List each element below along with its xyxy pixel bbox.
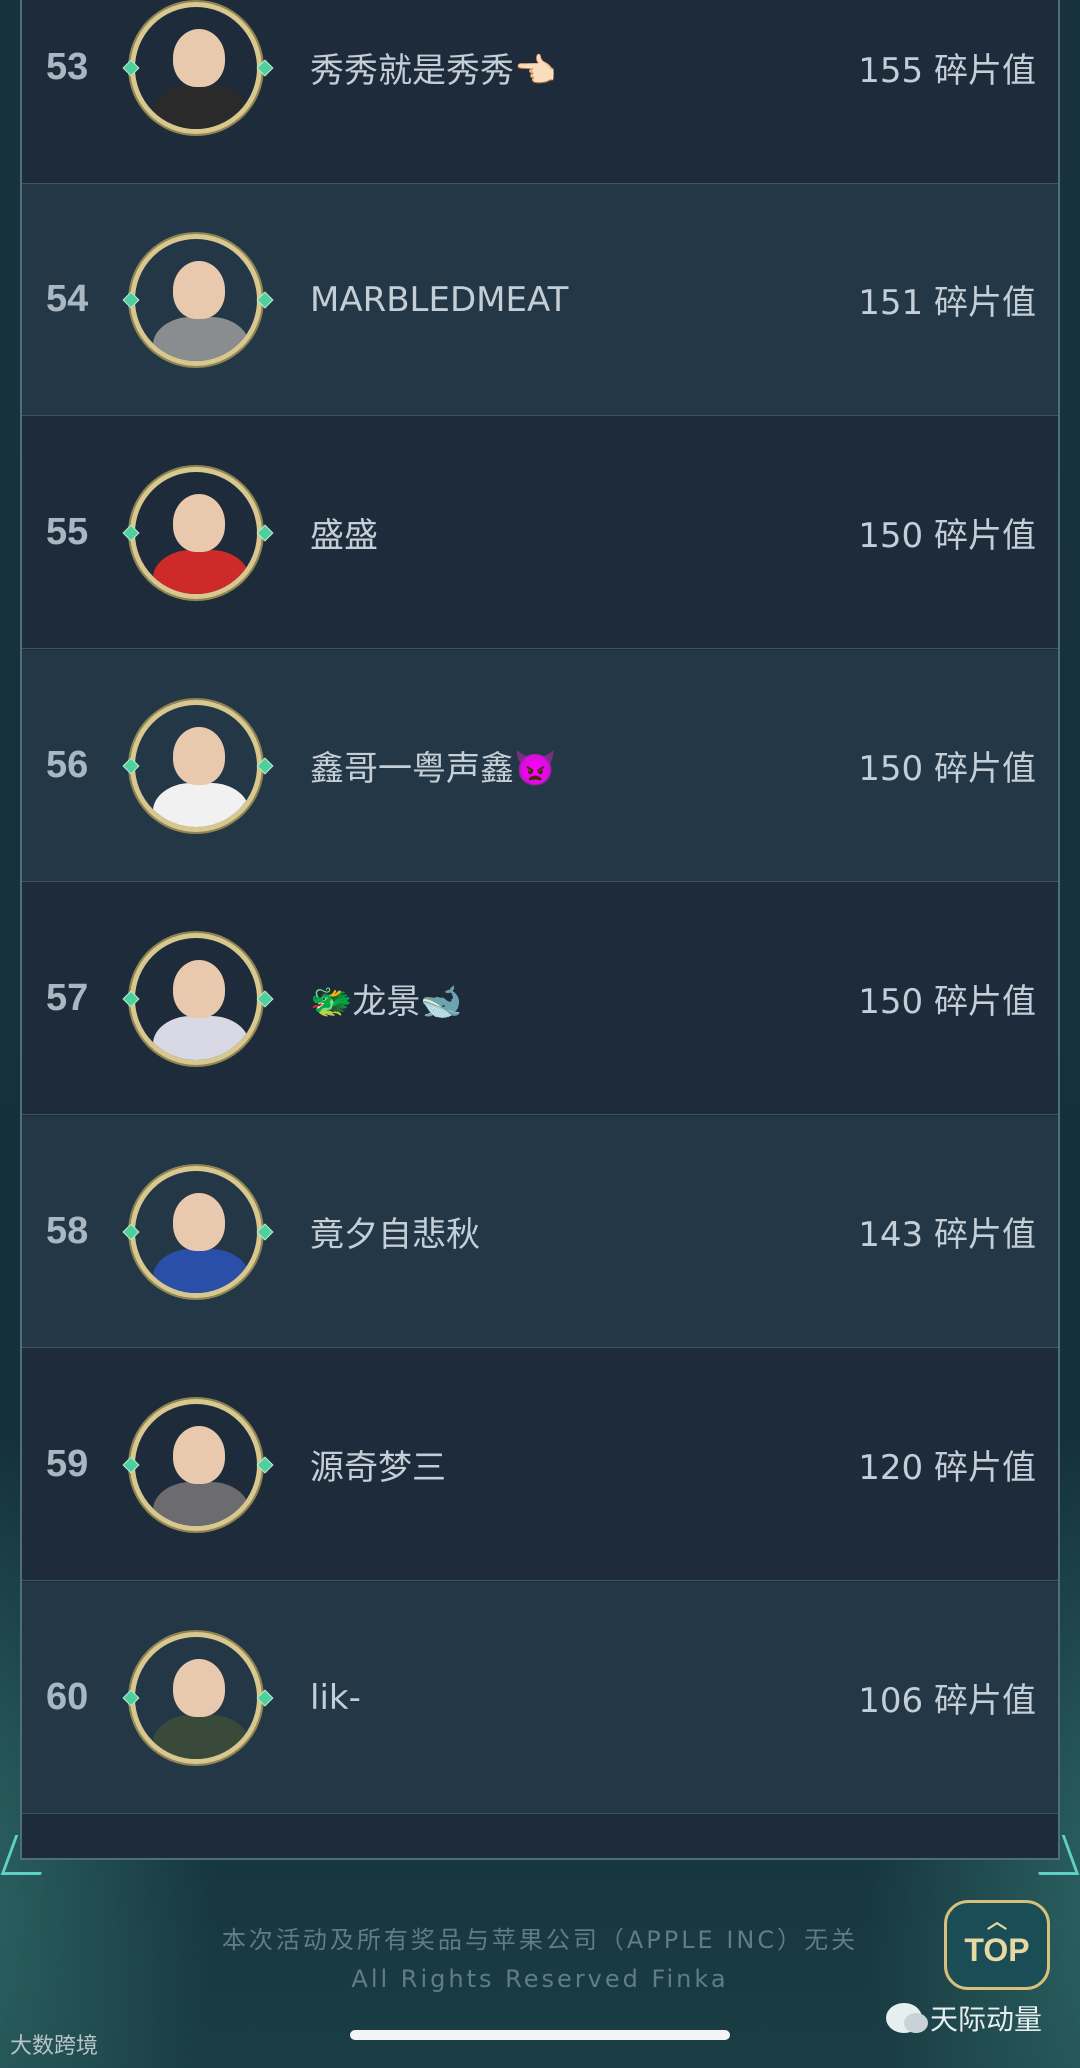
leaderboard-row[interactable]: 56 鑫哥一粤声鑫👿 150 碎片值 — [22, 650, 1058, 882]
user-name: 鑫哥一粤声鑫👿 — [310, 749, 557, 789]
avatar[interactable] — [130, 1, 262, 134]
leaderboard-row[interactable]: 59 源奇梦三 120 碎片值 — [22, 1349, 1058, 1581]
avatar-face — [173, 959, 225, 1018]
avatar[interactable] — [130, 1631, 262, 1764]
avatar-face — [173, 726, 225, 785]
user-name: 🐲龙景🐋 — [310, 982, 463, 1022]
rights-text: All Rights Reserved Finka — [351, 1965, 729, 1993]
avatar-face — [173, 1658, 225, 1717]
leaderboard-row[interactable]: 54 MARBLEDMEAT 151 碎片值 — [22, 184, 1058, 416]
leaderboard-row[interactable]: 57 🐲龙景🐋 150 碎片值 — [22, 883, 1058, 1115]
score-value: 150 碎片值 — [858, 516, 1036, 556]
leaderboard-row[interactable]: 55 盛盛 150 碎片值 — [22, 417, 1058, 649]
leaderboard-row[interactable]: 53 秀秀就是秀秀👈🏻 155 碎片值 — [22, 0, 1058, 184]
user-name: 盛盛 — [310, 516, 378, 556]
user-name: MARBLEDMEAT — [310, 279, 569, 320]
avatar-body — [153, 549, 249, 594]
rank-number: 57 — [46, 977, 89, 1019]
rank-number: 54 — [46, 278, 89, 320]
rank-number: 56 — [46, 744, 89, 786]
score-value: 155 碎片值 — [858, 51, 1036, 91]
avatar[interactable] — [130, 699, 262, 832]
avatar-body — [153, 1248, 249, 1293]
rank-number: 59 — [46, 1443, 89, 1485]
score-value: 150 碎片值 — [858, 982, 1036, 1022]
score-value: 151 碎片值 — [858, 283, 1036, 323]
avatar-body — [153, 1481, 249, 1526]
avatar[interactable] — [130, 1398, 262, 1531]
avatar-face — [173, 493, 225, 552]
avatar-face — [173, 1425, 225, 1484]
watermark-right-text: 天际动量 — [930, 2003, 1043, 2036]
avatar-face — [173, 28, 225, 87]
avatar[interactable] — [130, 932, 262, 1065]
home-indicator[interactable] — [350, 2030, 730, 2040]
leaderboard-row[interactable]: 58 竟夕自悲秋 143 碎片值 — [22, 1116, 1058, 1348]
watermark-right: 天际动量 — [886, 1998, 1042, 2038]
score-value: 106 碎片值 — [858, 1681, 1036, 1721]
disclaimer-text: 本次活动及所有奖品与苹果公司（APPLE INC）无关 — [221, 1926, 859, 1954]
back-to-top-button[interactable]: ︿ TOP — [944, 1900, 1050, 1990]
avatar-body — [153, 1714, 249, 1759]
chevron-up-icon: ︿ — [987, 1911, 1007, 1933]
user-name: 源奇梦三 — [310, 1448, 446, 1488]
user-name: 秀秀就是秀秀👈🏻 — [310, 51, 557, 91]
footer: 本次活动及所有奖品与苹果公司（APPLE INC）无关 All Rights R… — [0, 1920, 1080, 2003]
avatar-body — [153, 782, 249, 827]
avatar[interactable] — [130, 466, 262, 599]
avatar-body — [153, 1015, 249, 1060]
top-button-label: TOP — [964, 1931, 1030, 1968]
watermark-left: 大数跨境 — [10, 2034, 99, 2059]
score-value: 150 碎片值 — [858, 749, 1036, 789]
user-name: 竟夕自悲秋 — [310, 1215, 480, 1255]
rank-number: 55 — [46, 511, 89, 553]
rank-number: 53 — [46, 46, 89, 88]
rank-number: 60 — [46, 1676, 89, 1718]
avatar-body — [153, 316, 249, 361]
leaderboard-row-partial — [22, 1815, 1058, 1858]
avatar-body — [153, 84, 249, 129]
score-value: 120 碎片值 — [858, 1448, 1036, 1488]
score-value: 143 碎片值 — [858, 1215, 1036, 1255]
wechat-icon — [886, 2003, 928, 2033]
avatar-face — [173, 260, 225, 319]
rank-number: 58 — [46, 1210, 89, 1252]
leaderboard-panel: 53 秀秀就是秀秀👈🏻 155 碎片值 54 MARBLEDMEAT 151 碎… — [20, 0, 1060, 1860]
leaderboard-row[interactable]: 60 lik- 106 碎片值 — [22, 1582, 1058, 1814]
avatar-face — [173, 1192, 225, 1251]
avatar[interactable] — [130, 1165, 262, 1298]
avatar[interactable] — [130, 233, 262, 366]
user-name: lik- — [310, 1677, 361, 1718]
